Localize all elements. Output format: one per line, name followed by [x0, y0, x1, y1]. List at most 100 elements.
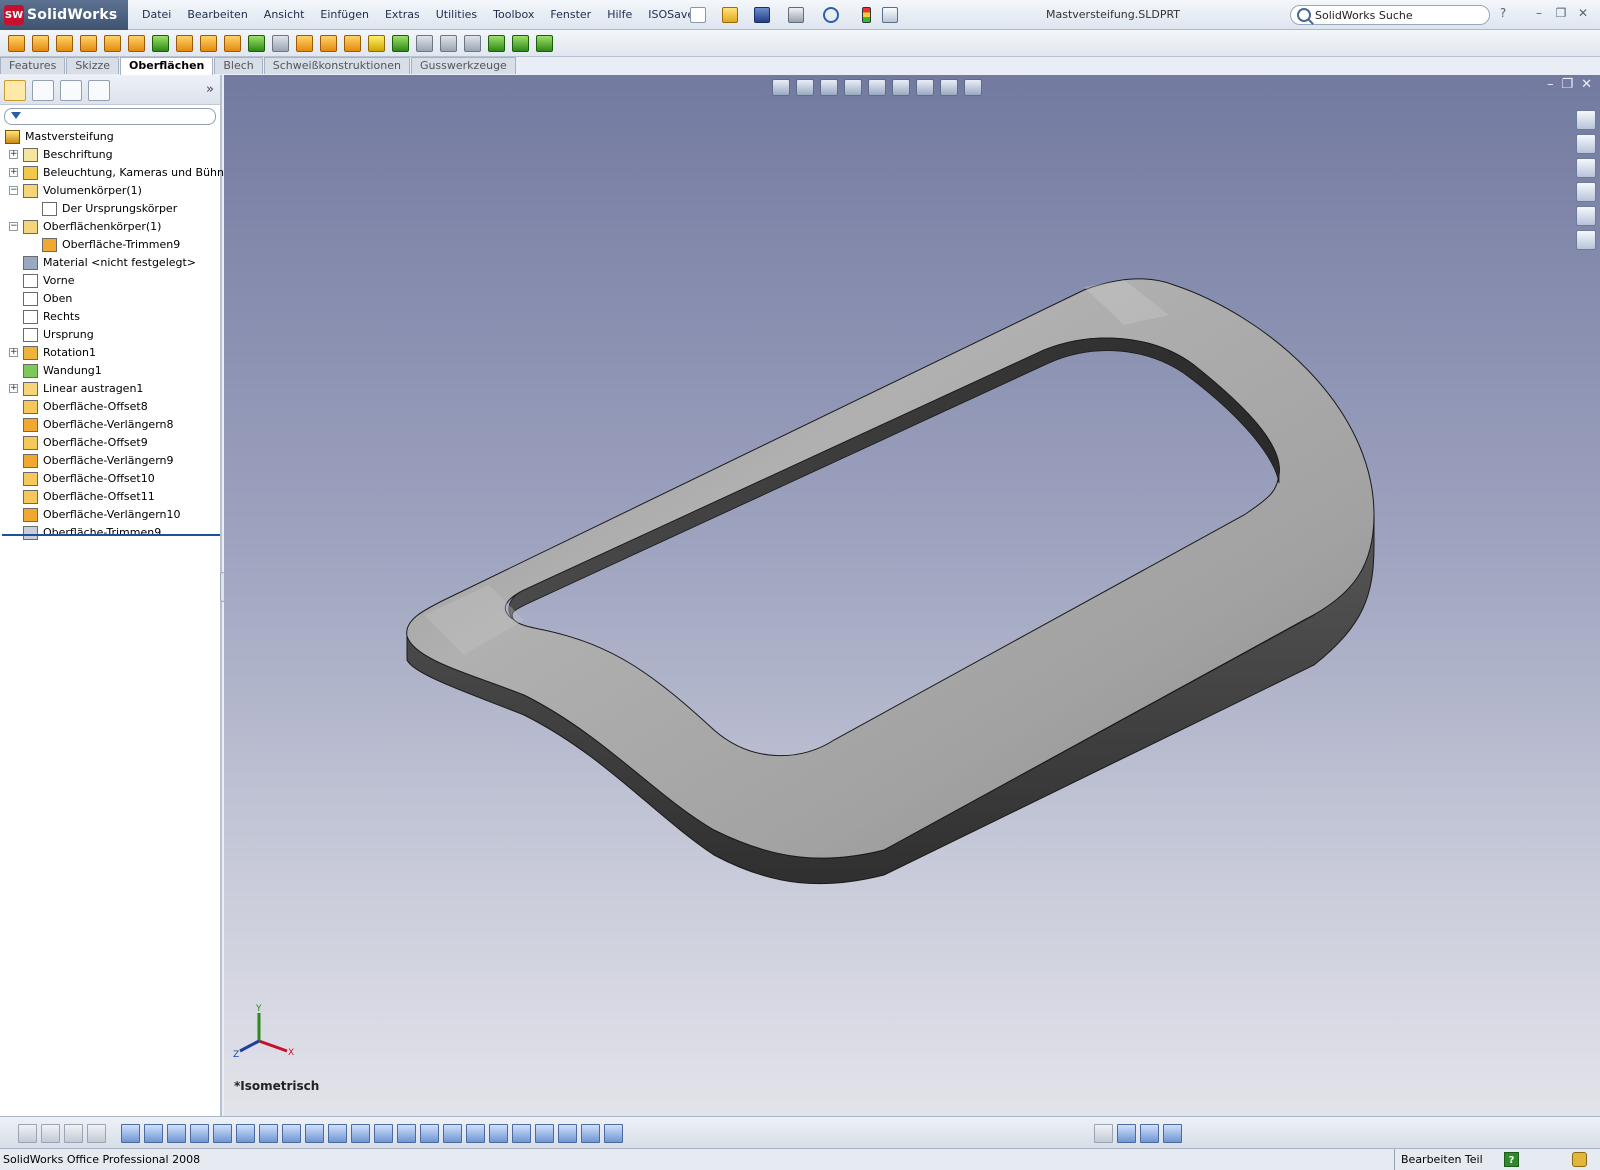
tree-item[interactable]: Oberfläche-Verlängern10 [0, 506, 220, 524]
tree-item[interactable]: Oberfläche-Offset11 [0, 488, 220, 506]
filter-edges-icon[interactable] [64, 1124, 83, 1143]
menu-item-8[interactable]: Hilfe [599, 0, 640, 30]
options-icon[interactable] [882, 7, 898, 23]
apply-scene-icon[interactable] [964, 79, 982, 96]
rollback-bar[interactable] [2, 534, 220, 536]
search-results-icon[interactable] [1576, 182, 1596, 202]
edit-appearance-icon[interactable] [940, 79, 958, 96]
viewport-restore-button[interactable]: ❐ [1561, 77, 1573, 92]
filled-surface-icon[interactable] [248, 35, 265, 52]
tree-expander-icon[interactable]: + [9, 168, 18, 177]
replace-face-icon[interactable] [440, 35, 457, 52]
reference-geometry-icon[interactable] [512, 35, 529, 52]
boundary-surface-icon[interactable] [104, 35, 121, 52]
view-palette-icon[interactable] [1576, 206, 1596, 226]
planar-surface-icon[interactable] [128, 35, 145, 52]
panel-expand-icon[interactable]: » [206, 82, 214, 97]
feature-manager-tab-icon[interactable] [4, 80, 26, 101]
rebuild-traffic-light-icon[interactable] [862, 7, 871, 23]
close-button[interactable]: ✕ [1576, 6, 1590, 20]
tree-item[interactable]: Material <nicht festgelegt> [0, 254, 220, 272]
lofted-surface-icon[interactable] [80, 35, 97, 52]
trim-surface-icon[interactable] [320, 35, 337, 52]
move-face-icon[interactable] [488, 35, 505, 52]
restore-button[interactable]: ❐ [1554, 6, 1568, 20]
status-help-icon[interactable]: ? [1504, 1152, 1519, 1167]
part-model[interactable] [224, 75, 1600, 1116]
cut-with-surface-icon[interactable] [416, 35, 433, 52]
help-button[interactable]: ? [1496, 6, 1510, 20]
solidworks-logo[interactable]: SW SolidWorks [0, 0, 128, 30]
search-box[interactable] [1290, 5, 1490, 25]
menu-item-2[interactable]: Ansicht [256, 0, 313, 30]
untrim-surface-icon[interactable] [344, 35, 361, 52]
open-folder-icon[interactable] [722, 7, 738, 23]
view-orientation-icon[interactable] [868, 79, 886, 96]
menu-item-4[interactable]: Extras [377, 0, 428, 30]
search-icon[interactable] [1297, 8, 1311, 22]
ruled-surface-icon[interactable] [200, 35, 217, 52]
filter-vertices-icon[interactable] [41, 1124, 60, 1143]
design-library-icon[interactable] [1576, 134, 1596, 154]
tree-item[interactable]: Oben [0, 290, 220, 308]
tree-item[interactable]: Oberfläche-Verlängern8 [0, 416, 220, 434]
tree-item[interactable]: Oberfläche-Offset8 [0, 398, 220, 416]
license-icon[interactable] [1572, 1152, 1587, 1167]
property-manager-tab-icon[interactable] [32, 80, 54, 101]
tree-expander-icon[interactable]: − [9, 222, 18, 231]
minimize-button[interactable]: – [1532, 6, 1546, 20]
save-icon[interactable] [754, 7, 770, 23]
tab-blech[interactable]: Blech [214, 57, 263, 74]
menu-item-6[interactable]: Toolbox [485, 0, 542, 30]
appearances-icon[interactable] [1576, 230, 1596, 250]
filter-points-icon[interactable] [213, 1124, 232, 1143]
delete-face-icon[interactable] [272, 35, 289, 52]
tab-features[interactable]: Features [0, 57, 66, 74]
tree-item[interactable]: Oberfläche-Trimmen9 [0, 524, 220, 542]
filter-axes-icon[interactable] [190, 1124, 209, 1143]
tree-item[interactable]: Der Ursprungskörper [0, 200, 220, 218]
section-view-icon[interactable] [844, 79, 862, 96]
display-style-icon[interactable] [892, 79, 910, 96]
filter-annotations-icon[interactable] [282, 1124, 301, 1143]
curves-icon[interactable] [536, 35, 553, 52]
filter-planes-icon[interactable] [167, 1124, 186, 1143]
tree-item[interactable]: + Rotation1 [0, 344, 220, 362]
previous-view-icon[interactable] [820, 79, 838, 96]
filter-sketch-segments-icon[interactable] [558, 1124, 577, 1143]
viewport-close-button[interactable]: ✕ [1581, 77, 1592, 92]
tab-skizze[interactable]: Skizze [66, 57, 120, 74]
tree-item[interactable]: Rechts [0, 308, 220, 326]
tab-gusswerkzeuge[interactable]: Gusswerkzeuge [410, 57, 516, 74]
tree-item[interactable]: Wandung1 [0, 362, 220, 380]
tree-item[interactable]: + Beschriftung [0, 146, 220, 164]
filter-notes-icon[interactable] [466, 1124, 485, 1143]
extruded-surface-icon[interactable] [8, 35, 25, 52]
file-explorer-icon[interactable] [1576, 158, 1596, 178]
undo-icon[interactable] [823, 7, 839, 23]
zoom-to-fit-icon[interactable] [772, 79, 790, 96]
tree-item[interactable]: − Volumenkörper(1) [0, 182, 220, 200]
extend-surface-icon[interactable] [296, 35, 313, 52]
solidworks-resources-icon[interactable] [1576, 110, 1596, 130]
dimxpert-tab-icon[interactable] [88, 80, 110, 101]
tree-item[interactable]: + Linear austragen1 [0, 380, 220, 398]
filter-cosmetic-threads-icon[interactable] [305, 1124, 324, 1143]
viewport-minimize-button[interactable]: – [1547, 77, 1554, 92]
tree-item[interactable]: Oberfläche-Verlängern9 [0, 452, 220, 470]
filter-blocks-icon[interactable] [512, 1124, 531, 1143]
tree-item[interactable]: + Beleuchtung, Kameras und Bühne [0, 164, 231, 182]
menu-item-0[interactable]: Datei [134, 0, 179, 30]
clear-filters-icon[interactable] [1117, 1124, 1136, 1143]
filter-solid-bodies-icon[interactable] [121, 1124, 140, 1143]
select-tool-icon[interactable] [1094, 1124, 1113, 1143]
filter-faces-icon[interactable] [87, 1124, 106, 1143]
fill-surface-icon[interactable] [224, 35, 241, 52]
revolved-surface-icon[interactable] [32, 35, 49, 52]
filter-gtol-icon[interactable] [443, 1124, 462, 1143]
tree-expander-icon[interactable]: + [9, 384, 18, 393]
filter-surface-bodies-icon[interactable] [144, 1124, 163, 1143]
mid-surface-icon[interactable] [464, 35, 481, 52]
thicken-icon[interactable] [392, 35, 409, 52]
tree-filter-field[interactable] [4, 108, 216, 125]
